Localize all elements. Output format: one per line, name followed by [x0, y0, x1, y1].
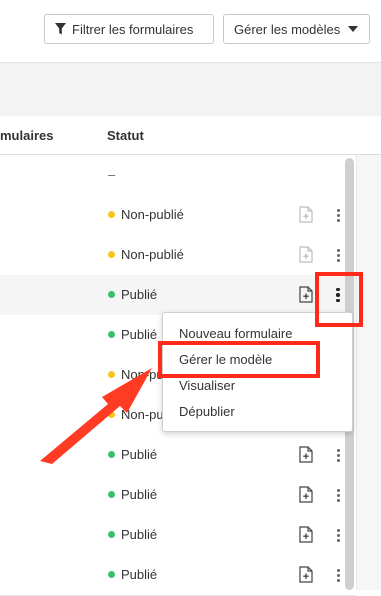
new-form-document-icon[interactable]	[299, 566, 313, 583]
new-form-document-icon[interactable]	[299, 206, 313, 223]
menu-item-unpublish[interactable]: Dépublier	[163, 399, 352, 425]
kebab-dot	[336, 453, 340, 457]
status-label: Publié	[121, 287, 158, 302]
row-actions-dropdown: Nouveau formulaire Gérer le modèle Visua…	[162, 312, 353, 432]
manage-models-label: Gérer les modèles	[234, 21, 341, 37]
table-row[interactable]: Publié	[0, 435, 356, 476]
menu-item-manage-model[interactable]: Gérer le modèle	[163, 347, 352, 373]
kebab-dot	[336, 573, 340, 577]
status-cell: Publié	[108, 447, 157, 462]
new-form-document-icon[interactable]	[299, 526, 313, 543]
kebab-dot	[336, 293, 340, 297]
kebab-dot	[336, 287, 340, 292]
table-header: mulaires Statut	[0, 116, 381, 155]
toolbar: Filtrer les formulaires Gérer les modèle…	[0, 0, 381, 63]
table-row[interactable]: Publié	[0, 515, 356, 556]
caret-down-icon	[348, 26, 359, 32]
status-cell: Publié	[108, 287, 157, 302]
kebab-dot	[336, 213, 340, 217]
status-dot-icon	[108, 371, 115, 378]
status-cell: Non-publié	[108, 207, 184, 222]
filter-forms-label: Filtrer les formulaires	[72, 21, 194, 37]
table-row[interactable]: Non-publié	[0, 195, 356, 236]
column-header-status: Statut	[107, 128, 144, 143]
column-header-forms: mulaires	[0, 128, 54, 143]
filter-icon	[55, 23, 66, 35]
filter-forms-button[interactable]: Filtrer les formulaires	[44, 14, 214, 44]
kebab-dot	[336, 298, 340, 303]
status-dot-icon	[108, 251, 115, 258]
status-dot-icon	[108, 411, 115, 418]
page-background	[0, 63, 381, 116]
kebab-dot	[336, 208, 340, 212]
table-row[interactable]: –	[0, 155, 356, 196]
status-label: Publié	[121, 327, 158, 342]
status-label: Non-publié	[121, 207, 184, 222]
kebab-dot	[336, 528, 340, 532]
new-form-document-icon[interactable]	[299, 286, 313, 303]
status-label: Publié	[121, 567, 158, 582]
status-label: Publié	[121, 447, 158, 462]
table-row[interactable]: Non-publié	[0, 235, 356, 276]
status-dot-icon	[108, 571, 115, 578]
kebab-dot	[336, 458, 340, 462]
status-dot-icon	[108, 491, 115, 498]
kebab-dot	[336, 493, 340, 497]
new-form-document-icon[interactable]	[299, 446, 313, 463]
status-label: Publié	[121, 487, 158, 502]
kebab-dot	[336, 533, 340, 537]
table-row[interactable]: Publié	[0, 275, 356, 316]
status-label: Non-publié	[121, 247, 184, 262]
table-row[interactable]: Publié	[0, 475, 356, 516]
kebab-dot	[336, 248, 340, 252]
status-dot-icon	[108, 451, 115, 458]
kebab-dot	[336, 448, 340, 452]
new-form-document-icon[interactable]	[299, 246, 313, 263]
status-cell: –	[108, 167, 115, 182]
kebab-dot	[336, 498, 340, 502]
status-dot-icon	[108, 291, 115, 298]
kebab-dot	[336, 488, 340, 492]
status-cell: Publié	[108, 527, 157, 542]
status-dot-icon	[108, 211, 115, 218]
status-cell: Publié	[108, 487, 157, 502]
kebab-dot	[336, 538, 340, 542]
status-label: –	[108, 167, 116, 182]
status-dot-icon	[108, 331, 115, 338]
status-label: Publié	[121, 527, 158, 542]
kebab-dot	[336, 578, 340, 582]
status-dot-icon	[108, 531, 115, 538]
menu-item-new-form[interactable]: Nouveau formulaire	[163, 321, 352, 347]
status-cell: Publié	[108, 327, 157, 342]
kebab-dot	[336, 253, 340, 257]
status-cell: Publié	[108, 567, 157, 582]
manage-models-button[interactable]: Gérer les modèles	[223, 14, 370, 44]
kebab-dot	[336, 218, 340, 222]
scrollbar-track[interactable]	[356, 155, 381, 590]
status-cell: Non-publié	[108, 247, 184, 262]
menu-item-preview[interactable]: Visualiser	[163, 373, 352, 399]
new-form-document-icon[interactable]	[299, 486, 313, 503]
kebab-dot	[336, 568, 340, 572]
kebab-dot	[336, 258, 340, 262]
